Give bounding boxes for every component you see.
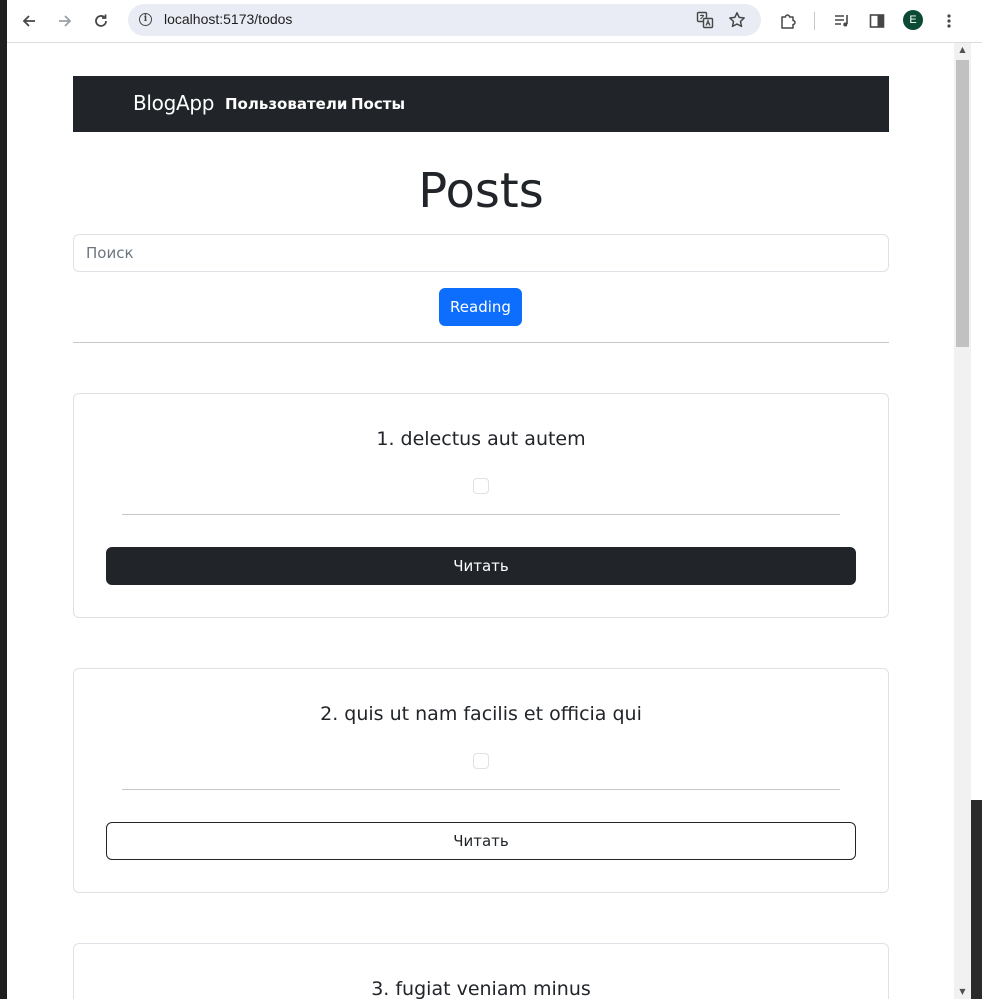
forward-button[interactable]	[51, 7, 79, 35]
card-divider	[122, 789, 840, 790]
scroll-up-arrow-icon[interactable]: ▲	[954, 43, 971, 57]
reload-button[interactable]	[87, 7, 115, 35]
scrollbar-thumb[interactable]	[956, 60, 969, 347]
url-text[interactable]: localhost:5173/todos	[164, 11, 292, 27]
extensions-button[interactable]	[774, 7, 802, 35]
media-controls-icon	[835, 15, 848, 27]
media-controls-button[interactable]	[828, 7, 856, 35]
arrow-left-icon	[22, 15, 35, 27]
post-card: 2. quis ut nam facilis et officia qui Чи…	[73, 668, 889, 893]
profile-avatar[interactable]: E	[903, 10, 923, 30]
nav-link-posts[interactable]: Посты	[351, 95, 405, 113]
card-divider	[122, 514, 840, 515]
star-icon[interactable]	[727, 10, 747, 30]
info-icon[interactable]: i	[139, 13, 152, 26]
toolbar-separator	[814, 12, 815, 30]
read-button[interactable]: Читать	[106, 822, 856, 860]
kebab-menu-icon	[947, 14, 951, 28]
search-input[interactable]	[73, 234, 889, 272]
read-button[interactable]: Читать	[106, 547, 856, 585]
divider	[73, 342, 889, 343]
address-bar[interactable]: i localhost:5173/todos	[128, 4, 761, 36]
post-title: 1. delectus aut autem	[376, 428, 586, 450]
brand-link[interactable]: BlogApp	[133, 91, 214, 115]
post-card: 1. delectus aut autem Читать	[73, 393, 889, 618]
post-title: 2. quis ut nam facilis et officia qui	[320, 703, 642, 725]
app-navbar: BlogApp Пользователи Посты	[73, 76, 889, 132]
window-edge-left	[0, 0, 7, 999]
translate-icon[interactable]	[695, 10, 715, 30]
post-title: 3. fugiat veniam minus	[371, 978, 591, 1000]
back-button[interactable]	[15, 7, 43, 35]
browser-toolbar: i localhost:5173/todos E	[7, 0, 982, 43]
reading-filter-button[interactable]: Reading	[439, 288, 522, 326]
arrow-right-icon	[59, 15, 72, 27]
side-panel-button[interactable]	[863, 7, 891, 35]
nav-link-users[interactable]: Пользователи	[225, 95, 347, 113]
page-scrollbar[interactable]: ▲ ▼	[954, 43, 971, 999]
puzzle-icon	[781, 14, 796, 29]
reload-icon	[95, 14, 107, 27]
window-edge-right	[970, 800, 982, 999]
post-card: 3. fugiat veniam minus	[73, 943, 889, 1000]
page-title: Posts	[418, 163, 544, 219]
scroll-down-arrow-icon[interactable]: ▼	[954, 985, 971, 999]
browser-menu-button[interactable]	[935, 7, 963, 35]
post-checkbox[interactable]	[473, 478, 489, 494]
post-checkbox[interactable]	[473, 753, 489, 769]
side-panel-icon	[869, 14, 885, 28]
